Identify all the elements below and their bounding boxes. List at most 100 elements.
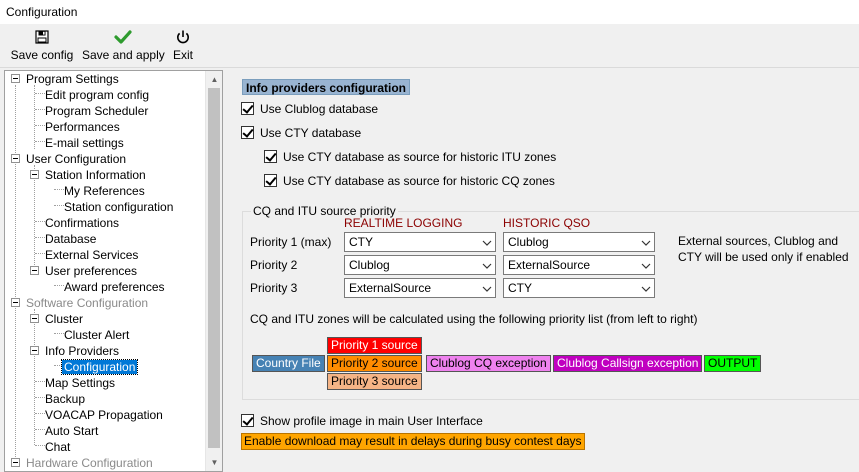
chevron-down-icon[interactable] (637, 279, 654, 297)
tree-item-performances[interactable]: Performances (45, 119, 120, 135)
tree-scrollbar[interactable]: ▲ ▼ (205, 71, 222, 471)
save-and-apply-label: Save and apply (82, 48, 165, 62)
realtime-priority-2-select[interactable]: Clublog (344, 255, 496, 275)
tree-item-user-configuration[interactable]: User Configuration (26, 151, 126, 167)
historic-priority-3-select[interactable]: CTY (503, 278, 655, 298)
tree-expander-station-information[interactable] (30, 170, 39, 179)
tree-line (35, 381, 45, 382)
tree-item-station-information[interactable]: Station Information (45, 167, 146, 183)
country-file-tag: Country File (252, 355, 325, 372)
tree-expander-cluster[interactable] (30, 314, 39, 323)
chevron-down-icon[interactable] (637, 256, 654, 274)
tree-item-chat[interactable]: Chat (45, 439, 70, 455)
power-icon (170, 29, 196, 47)
tree-item-confirmations[interactable]: Confirmations (45, 215, 119, 231)
chevron-down-icon[interactable] (478, 256, 495, 274)
tree-item-voacap-propagation[interactable]: VOACAP Propagation (45, 407, 163, 423)
tree-line (34, 309, 35, 445)
chevron-down-icon[interactable] (478, 233, 495, 251)
note-line-2: CTY will be used only if enabled (678, 250, 849, 264)
note-line-1: External sources, Clublog and (678, 234, 839, 248)
tree-expander-info-providers[interactable] (30, 346, 39, 355)
main-panel: Info providers configuration Use Clublog… (226, 70, 859, 472)
scroll-up-arrow-icon[interactable]: ▲ (206, 71, 222, 88)
cty-cq-label: Use CTY database as source for historic … (283, 174, 555, 188)
realtime-logging-header: REALTIME LOGGING (344, 216, 463, 230)
priority-1-label: Priority 1 (max) (250, 235, 332, 249)
chevron-down-icon[interactable] (478, 279, 495, 297)
tree-item-award-preferences[interactable]: Award preferences (64, 279, 165, 295)
realtime-priority-1-select[interactable]: CTY (344, 232, 496, 252)
tree-line (15, 85, 16, 461)
tree-line (35, 253, 45, 254)
settings-tree: Program Settings Edit program config Pro… (4, 70, 223, 472)
priority-3-source-tag: Priority 3 source (327, 373, 422, 390)
priority-3-label: Priority 3 (250, 281, 298, 295)
tree-item-configuration[interactable]: Configuration (60, 359, 139, 375)
tree-item-email-settings[interactable]: E-mail settings (45, 135, 124, 151)
tree-item-auto-start[interactable]: Auto Start (45, 423, 98, 439)
tree-item-program-settings[interactable]: Program Settings (26, 71, 119, 87)
source-priority-group: CQ and ITU source priority REALTIME LOGG… (242, 204, 859, 400)
checkbox-checked-icon[interactable] (264, 174, 277, 187)
chevron-down-icon[interactable] (637, 233, 654, 251)
tree-item-software-configuration[interactable]: Software Configuration (26, 295, 148, 311)
checkbox-checked-icon[interactable] (264, 150, 277, 163)
tree-expander-user-preferences[interactable] (30, 266, 39, 275)
priority-2-label: Priority 2 (250, 258, 298, 272)
tree-expander-program-settings[interactable] (11, 74, 20, 83)
save-config-label: Save config (10, 48, 74, 62)
tree-line (54, 189, 64, 190)
tree-line (35, 429, 45, 430)
tree-item-hardware-configuration[interactable]: Hardware Configuration (26, 455, 153, 471)
tree-item-info-providers[interactable]: Info Providers (45, 343, 119, 359)
tree-item-user-preferences[interactable]: User preferences (45, 263, 137, 279)
tree-item-backup[interactable]: Backup (45, 391, 85, 407)
tree-line (35, 221, 45, 222)
tree-item-cluster[interactable]: Cluster (45, 311, 83, 327)
tree-line (54, 285, 64, 286)
cty-itu-checkbox[interactable]: Use CTY database as source for historic … (264, 149, 556, 165)
historic-priority-1-select[interactable]: Clublog (503, 232, 655, 252)
use-clublog-checkbox[interactable]: Use Clublog database (241, 101, 378, 117)
tree-item-my-references[interactable]: My References (64, 183, 145, 199)
tree-item-station-configuration[interactable]: Station configuration (64, 199, 173, 215)
tree-expander-hardware-configuration[interactable] (11, 458, 20, 467)
tree-item-map-settings[interactable]: Map Settings (45, 375, 115, 391)
section-title: Info providers configuration (242, 79, 411, 95)
tree-item-edit-program-config[interactable]: Edit program config (45, 87, 149, 103)
checkmark-icon (82, 29, 164, 47)
tree-line (35, 397, 45, 398)
priority-2-source-tag: Priority 2 source (327, 355, 422, 372)
tree-item-database[interactable]: Database (45, 231, 96, 247)
checkbox-checked-icon[interactable] (241, 414, 254, 427)
exit-label: Exit (172, 48, 193, 62)
use-cty-checkbox[interactable]: Use CTY database (241, 125, 361, 141)
clublog-callsign-exception-tag: Clublog Callsign exception (553, 355, 703, 372)
external-sources-note: External sources, Clublog and CTY will b… (678, 233, 849, 265)
exit-button[interactable]: Exit (170, 29, 196, 62)
floppy-disk-icon (10, 29, 74, 47)
scroll-thumb[interactable] (208, 88, 220, 448)
realtime-priority-3-select[interactable]: ExternalSource (344, 278, 496, 298)
output-tag: OUTPUT (704, 355, 762, 372)
save-and-apply-button[interactable]: Save and apply (82, 29, 165, 62)
tree-item-external-services[interactable]: External Services (45, 247, 138, 263)
tree-line (35, 445, 45, 446)
checkbox-checked-icon[interactable] (241, 126, 254, 139)
historic-priority-2-select[interactable]: ExternalSource (503, 255, 655, 275)
window-title: Configuration (6, 5, 78, 19)
cty-itu-label: Use CTY database as source for historic … (283, 150, 557, 164)
scroll-down-arrow-icon[interactable]: ▼ (206, 454, 222, 471)
show-profile-image-checkbox[interactable]: Show profile image in main User Interfac… (241, 413, 483, 429)
tree-expander-software-configuration[interactable] (11, 298, 20, 307)
tree-line (54, 205, 64, 206)
tree-item-program-scheduler[interactable]: Program Scheduler (45, 103, 148, 119)
tree-expander-user-configuration[interactable] (11, 154, 20, 163)
checkbox-checked-icon[interactable] (241, 102, 254, 115)
save-config-button[interactable]: Save config (10, 29, 74, 62)
tree-line (35, 413, 45, 414)
tree-line (35, 125, 45, 126)
tree-item-cluster-alert[interactable]: Cluster Alert (64, 327, 129, 343)
cty-cq-checkbox[interactable]: Use CTY database as source for historic … (264, 173, 555, 189)
